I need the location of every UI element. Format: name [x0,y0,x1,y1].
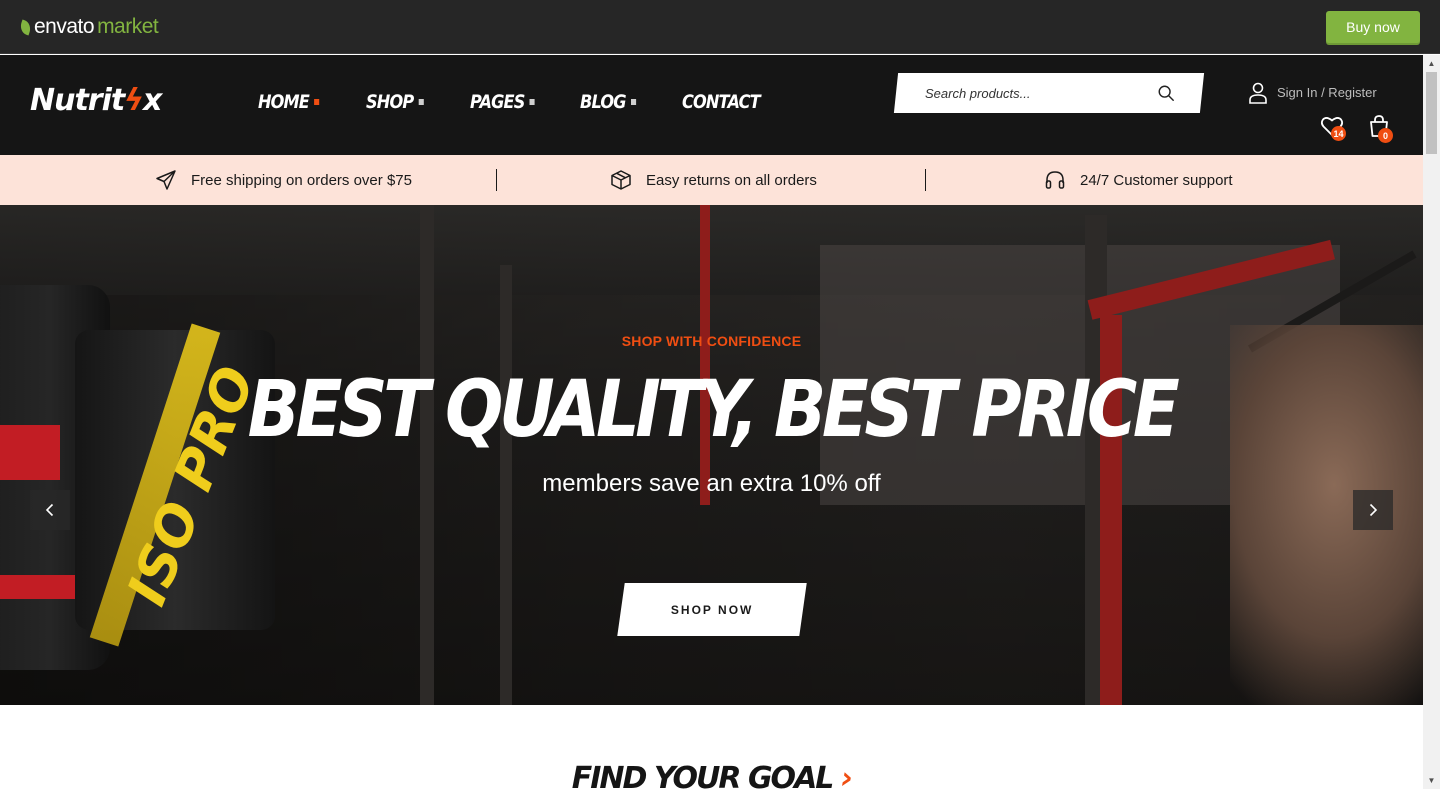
shipping-info: Free shipping on orders over $75 [155,155,412,205]
scrollbar-thumb[interactable] [1426,72,1437,154]
envato-logo-word: envato [34,15,95,38]
nav-item-contact[interactable]: CONTACT [682,91,761,113]
search-icon[interactable] [1157,84,1175,102]
logo-text-main: Nutrit [30,83,125,118]
gym-rack-red-post [700,205,710,505]
logo-text-end: x [143,83,162,118]
info-divider [496,169,497,191]
envato-leaf-icon [18,19,33,35]
info-divider [925,169,926,191]
cart-count-badge: 0 [1378,128,1393,143]
slider-next-button[interactable] [1353,490,1393,530]
box-icon [611,170,631,190]
hero-kicker: SHOP WITH CONFIDENCE [621,333,802,349]
find-your-goal-heading: FIND YOUR GOAL › [0,761,1423,789]
shop-now-button[interactable]: SHOP NOW [617,583,807,636]
nav-item-pages[interactable]: PAGES [470,91,564,113]
main-nav: HOME SHOP PAGES BLOG CONTACT [258,91,774,113]
user-icon[interactable] [1248,82,1268,104]
page-viewport: Nutritϟx HOME SHOP PAGES BLOG CONTACT Se… [0,55,1423,789]
section-title: FIND YOUR GOAL [571,761,835,789]
info-strip: Free shipping on orders over $75 Easy re… [0,155,1423,205]
nav-item-label: BLOG [580,91,626,113]
gym-rack-post [420,205,434,705]
market-logo-word: market [97,15,159,38]
nav-item-label: HOME [258,91,310,113]
shipping-text: Free shipping on orders over $75 [191,171,412,189]
sign-in-register-link[interactable]: Sign In / Register [1277,85,1377,100]
chevron-right-icon [1369,503,1378,517]
nav-item-label: SHOP [366,91,414,113]
site-logo[interactable]: Nutritϟx [30,83,162,118]
search-input[interactable] [925,73,1165,113]
hero-slider: ISO PRO SHOP WITH CONFIDENCE BEST QUALIT… [0,205,1423,705]
nav-item-blog[interactable]: BLOG [580,91,667,113]
hero-title: BEST QUALITY, BEST PRICE [247,365,1180,455]
returns-text: Easy returns on all orders [646,171,817,189]
logo-bolt-icon: ϟ [124,83,144,118]
wishlist-count-badge: 14 [1331,126,1346,141]
nav-item-label: CONTACT [682,91,761,113]
site-header: Nutritϟx HOME SHOP PAGES BLOG CONTACT Se… [0,55,1423,155]
chevron-left-icon [45,503,54,517]
support-text: 24/7 Customer support [1080,171,1233,189]
scroll-up-arrow-icon[interactable]: ▲ [1423,55,1440,72]
shop-now-label: SHOP NOW [670,602,754,617]
nav-item-home[interactable]: HOME [258,91,350,113]
chevron-right-icon: › [840,761,853,789]
nav-item-shop[interactable]: SHOP [366,91,454,113]
hero-subtitle: members save an extra 10% off [542,470,881,497]
dropdown-square-icon [630,99,636,105]
nav-item-label: PAGES [470,91,525,113]
envato-top-bar: envato market Buy now [0,0,1440,54]
dropdown-square-icon [314,99,320,105]
scroll-down-arrow-icon[interactable]: ▼ [1423,772,1440,789]
dropdown-square-icon [529,99,535,105]
headphones-icon [1045,171,1065,189]
envato-market-logo[interactable]: envato market [18,15,159,39]
paper-plane-icon [156,170,176,190]
dropdown-square-icon [418,99,424,105]
support-info: 24/7 Customer support [1044,155,1233,205]
slider-prev-button[interactable] [30,490,70,530]
buy-now-button[interactable]: Buy now [1326,11,1420,43]
returns-info: Easy returns on all orders [610,155,817,205]
page-scrollbar[interactable]: ▲ ▼ [1423,55,1440,789]
